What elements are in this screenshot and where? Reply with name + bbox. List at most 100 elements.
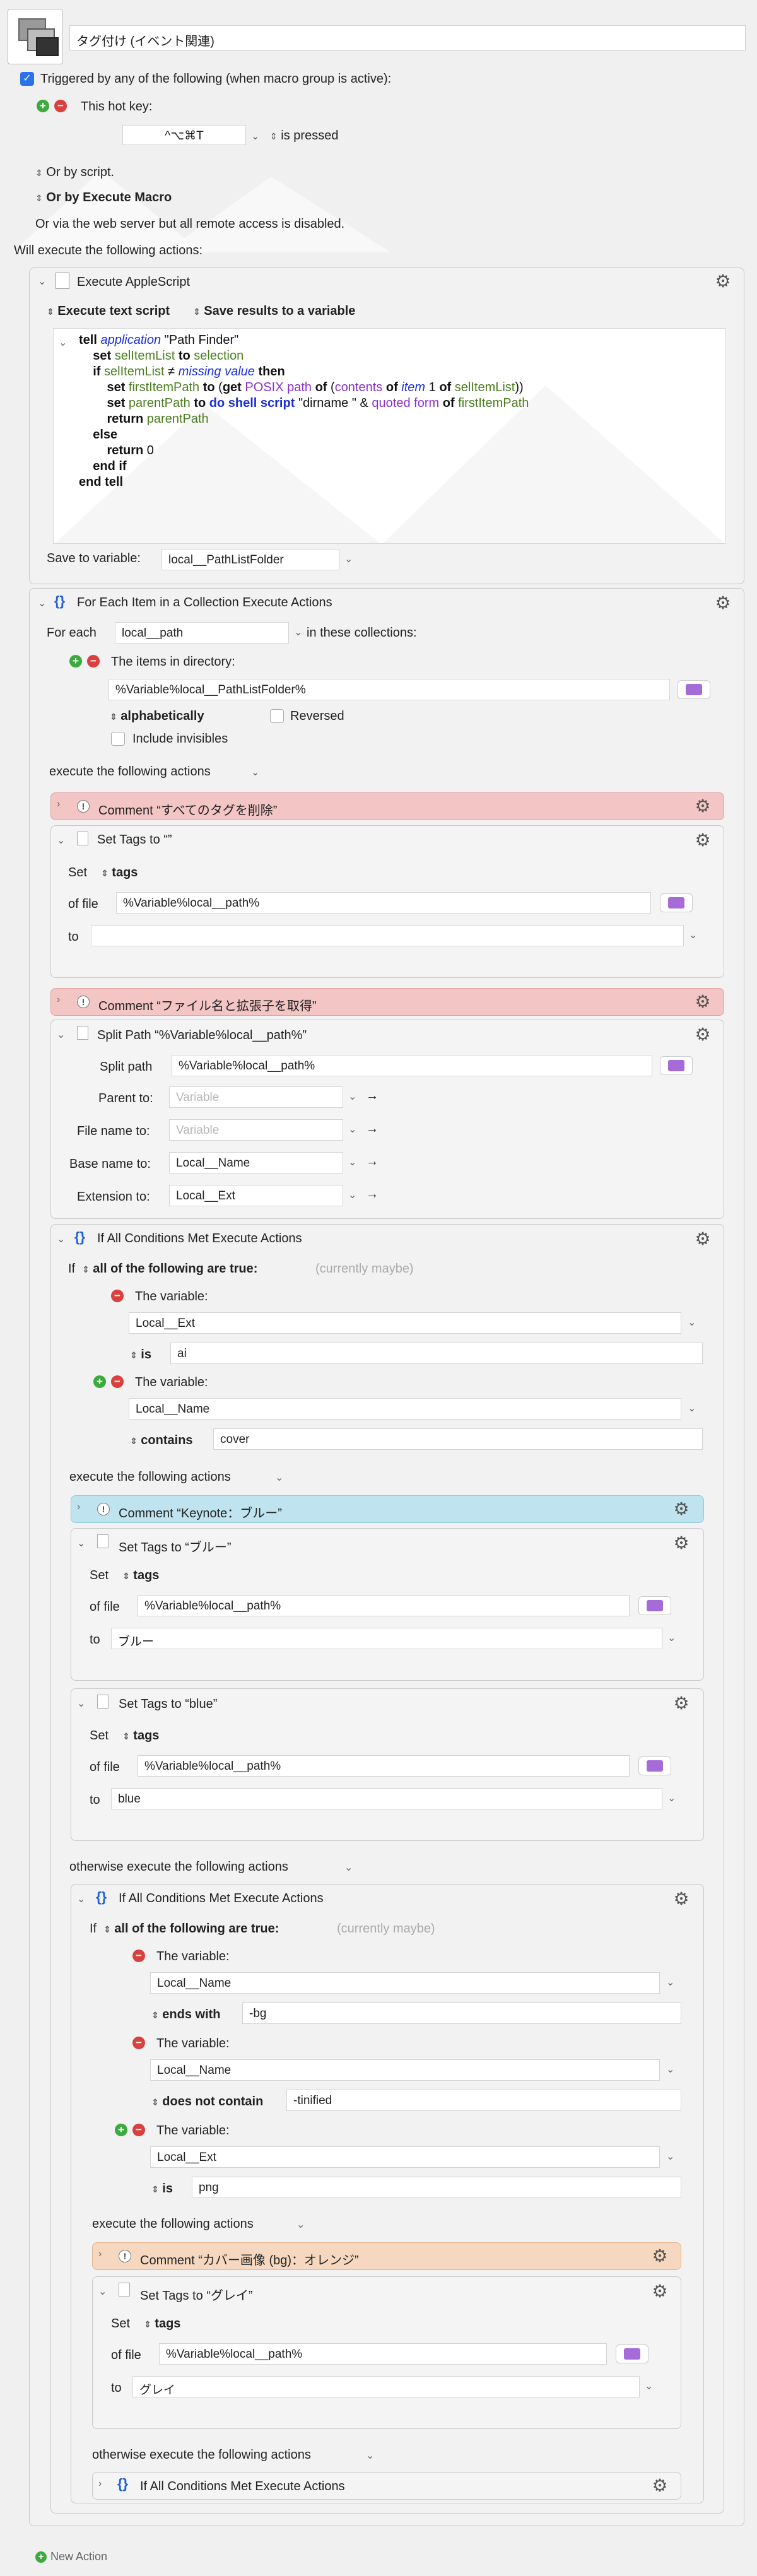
- save-variable-chevron-icon[interactable]: ⌄: [344, 553, 353, 565]
- otherwise-chevron-icon[interactable]: ⌄: [344, 1861, 353, 1874]
- tags-chevron-icon[interactable]: ⌄: [667, 1792, 676, 1804]
- tags-select[interactable]: ⇕ tags: [144, 2317, 180, 2331]
- folder-picker-button[interactable]: [678, 680, 710, 699]
- for-each-variable-field[interactable]: local__path: [115, 622, 289, 644]
- parent-variable-field[interactable]: Variable: [169, 1086, 343, 1108]
- new-action-icon[interactable]: +: [35, 2551, 47, 2563]
- add-condition-icon[interactable]: +: [115, 2124, 127, 2136]
- all-true-select[interactable]: ⇕ all of the following are true:: [82, 1262, 257, 1276]
- condition-value-field[interactable]: -tinified: [286, 2090, 681, 2111]
- tags-chevron-icon[interactable]: ⌄: [645, 2380, 653, 2392]
- arrow-icon[interactable]: →: [366, 1187, 378, 1202]
- tags-field[interactable]: ブルー: [111, 1628, 662, 1649]
- variable-chevron-icon[interactable]: ⌄: [666, 2063, 674, 2076]
- gear-icon[interactable]: ⚙: [693, 1229, 713, 1249]
- all-true-select[interactable]: ⇕ all of the following are true:: [103, 1922, 279, 1936]
- condition-variable-field[interactable]: Local__Ext: [150, 2146, 660, 2168]
- remove-collection-icon[interactable]: −: [87, 655, 100, 668]
- macro-title-field[interactable]: タグ付け (イベント関連): [69, 25, 746, 50]
- file-picker-button[interactable]: [660, 1056, 693, 1075]
- arrow-icon[interactable]: →: [366, 1089, 378, 1103]
- macro-icon[interactable]: [8, 9, 63, 64]
- collapse-chevron-icon[interactable]: ⌄: [38, 275, 46, 288]
- collapse-chevron-icon[interactable]: ⌄: [38, 597, 46, 609]
- tags-field[interactable]: blue: [111, 1788, 662, 1809]
- remove-condition-icon[interactable]: −: [111, 1375, 124, 1388]
- remove-trigger-icon[interactable]: −: [54, 100, 67, 112]
- tags-select[interactable]: ⇕ tags: [101, 866, 138, 880]
- directory-field[interactable]: %Variable%local__PathListFolder%: [109, 679, 670, 700]
- otherwise-chevron-icon[interactable]: ⌄: [366, 2449, 374, 2462]
- collapse-chevron-icon[interactable]: ⌄: [98, 2285, 107, 2298]
- file-picker-button[interactable]: [660, 893, 693, 912]
- tags-select[interactable]: ⇕ tags: [122, 1729, 159, 1743]
- base-name-variable-field[interactable]: Local__Name: [169, 1152, 343, 1173]
- variable-chevron-icon[interactable]: ⌄: [688, 1402, 696, 1414]
- gear-icon[interactable]: ⚙: [693, 992, 713, 1012]
- new-action-button[interactable]: New Action: [50, 2550, 107, 2563]
- execute-following-chevron-icon[interactable]: ⌄: [275, 1471, 283, 1484]
- gear-icon[interactable]: ⚙: [693, 830, 713, 850]
- collapse-chevron-icon[interactable]: ⌄: [57, 1028, 65, 1041]
- file-name-variable-field[interactable]: Variable: [169, 1119, 343, 1141]
- extension-variable-field[interactable]: Local__Ext: [169, 1185, 343, 1206]
- remove-condition-icon[interactable]: −: [132, 1950, 145, 1962]
- collapse-chevron-icon[interactable]: ⌄: [77, 1893, 85, 1905]
- arrow-icon[interactable]: →: [366, 1122, 378, 1136]
- tags-field[interactable]: グレイ: [132, 2376, 640, 2397]
- include-invisibles-checkbox[interactable]: [111, 732, 125, 746]
- tags-chevron-icon[interactable]: ⌄: [667, 1632, 676, 1644]
- expand-chevron-icon[interactable]: ›: [98, 2249, 102, 2260]
- collapse-chevron-icon[interactable]: ⌄: [77, 1697, 85, 1710]
- results-select[interactable]: ⇕ Save results to a variable: [193, 304, 355, 319]
- file-field[interactable]: %Variable%local__path%: [138, 1595, 630, 1616]
- operator-select[interactable]: ⇕ is: [130, 1348, 151, 1362]
- file-picker-button[interactable]: [616, 2344, 648, 2363]
- variable-chevron-icon[interactable]: ⌄: [688, 1316, 696, 1329]
- arrow-icon[interactable]: →: [366, 1155, 378, 1169]
- gear-icon[interactable]: ⚙: [671, 1499, 691, 1519]
- variable-chevron-icon[interactable]: ⌄: [348, 1189, 356, 1201]
- hotkey-state-select[interactable]: ⇕ is pressed: [270, 129, 338, 143]
- collapse-chevron-icon[interactable]: ⌄: [57, 834, 65, 847]
- tags-select[interactable]: ⇕ tags: [122, 1568, 159, 1583]
- operator-select[interactable]: ⇕ does not contain: [151, 2095, 263, 2109]
- gear-icon[interactable]: ⚙: [693, 1025, 713, 1045]
- hotkey-field[interactable]: ^⌥⌘T: [122, 125, 246, 145]
- tags-chevron-icon[interactable]: ⌄: [689, 929, 697, 941]
- remove-condition-icon[interactable]: −: [132, 2124, 145, 2136]
- gear-icon[interactable]: ⚙: [671, 1889, 691, 1909]
- condition-value-field[interactable]: png: [192, 2177, 681, 2198]
- operator-select[interactable]: ⇕ ends with: [151, 2008, 221, 2022]
- variable-chevron-icon[interactable]: ⌄: [348, 1156, 356, 1168]
- or-by-script[interactable]: ⇕ Or by script.: [35, 165, 114, 180]
- operator-select[interactable]: ⇕ is: [151, 2182, 173, 2196]
- reversed-checkbox[interactable]: [270, 709, 284, 723]
- split-path-field[interactable]: %Variable%local__path%: [172, 1055, 652, 1076]
- condition-variable-field[interactable]: Local__Name: [150, 2059, 660, 2081]
- fold-chevron-icon[interactable]: ⌄: [59, 336, 67, 349]
- gear-icon[interactable]: ⚙: [713, 593, 733, 613]
- file-field[interactable]: %Variable%local__path%: [159, 2343, 607, 2365]
- condition-variable-field[interactable]: Local__Name: [150, 1972, 660, 1994]
- variable-chevron-icon[interactable]: ⌄: [666, 2150, 674, 2163]
- condition-value-field[interactable]: ai: [170, 1343, 703, 1364]
- variable-chevron-icon[interactable]: ⌄: [348, 1090, 356, 1103]
- condition-variable-field[interactable]: Local__Name: [129, 1398, 681, 1420]
- script-editor[interactable]: ⌄ tell application "Path Finder" set sel…: [53, 328, 725, 544]
- gear-icon[interactable]: ⚙: [650, 2281, 670, 2302]
- condition-variable-field[interactable]: Local__Ext: [129, 1312, 681, 1334]
- gear-icon[interactable]: ⚙: [713, 271, 733, 291]
- condition-value-field[interactable]: -bg: [242, 2003, 681, 2024]
- execute-following-chevron-icon[interactable]: ⌄: [296, 2218, 305, 2231]
- or-by-execute-macro[interactable]: ⇕ Or by Execute Macro: [35, 191, 172, 205]
- expand-chevron-icon[interactable]: ›: [77, 1502, 80, 1513]
- gear-icon[interactable]: ⚙: [650, 2476, 670, 2496]
- variable-chevron-icon[interactable]: ⌄: [348, 1123, 356, 1136]
- collapse-chevron-icon[interactable]: ⌄: [77, 1537, 85, 1550]
- variable-chevron-icon[interactable]: ⌄: [666, 1976, 674, 1989]
- remove-condition-icon[interactable]: −: [111, 1290, 124, 1302]
- hotkey-chevron-icon[interactable]: ⌄: [251, 130, 259, 143]
- add-collection-icon[interactable]: +: [69, 655, 82, 668]
- operator-select[interactable]: ⇕ contains: [130, 1433, 193, 1448]
